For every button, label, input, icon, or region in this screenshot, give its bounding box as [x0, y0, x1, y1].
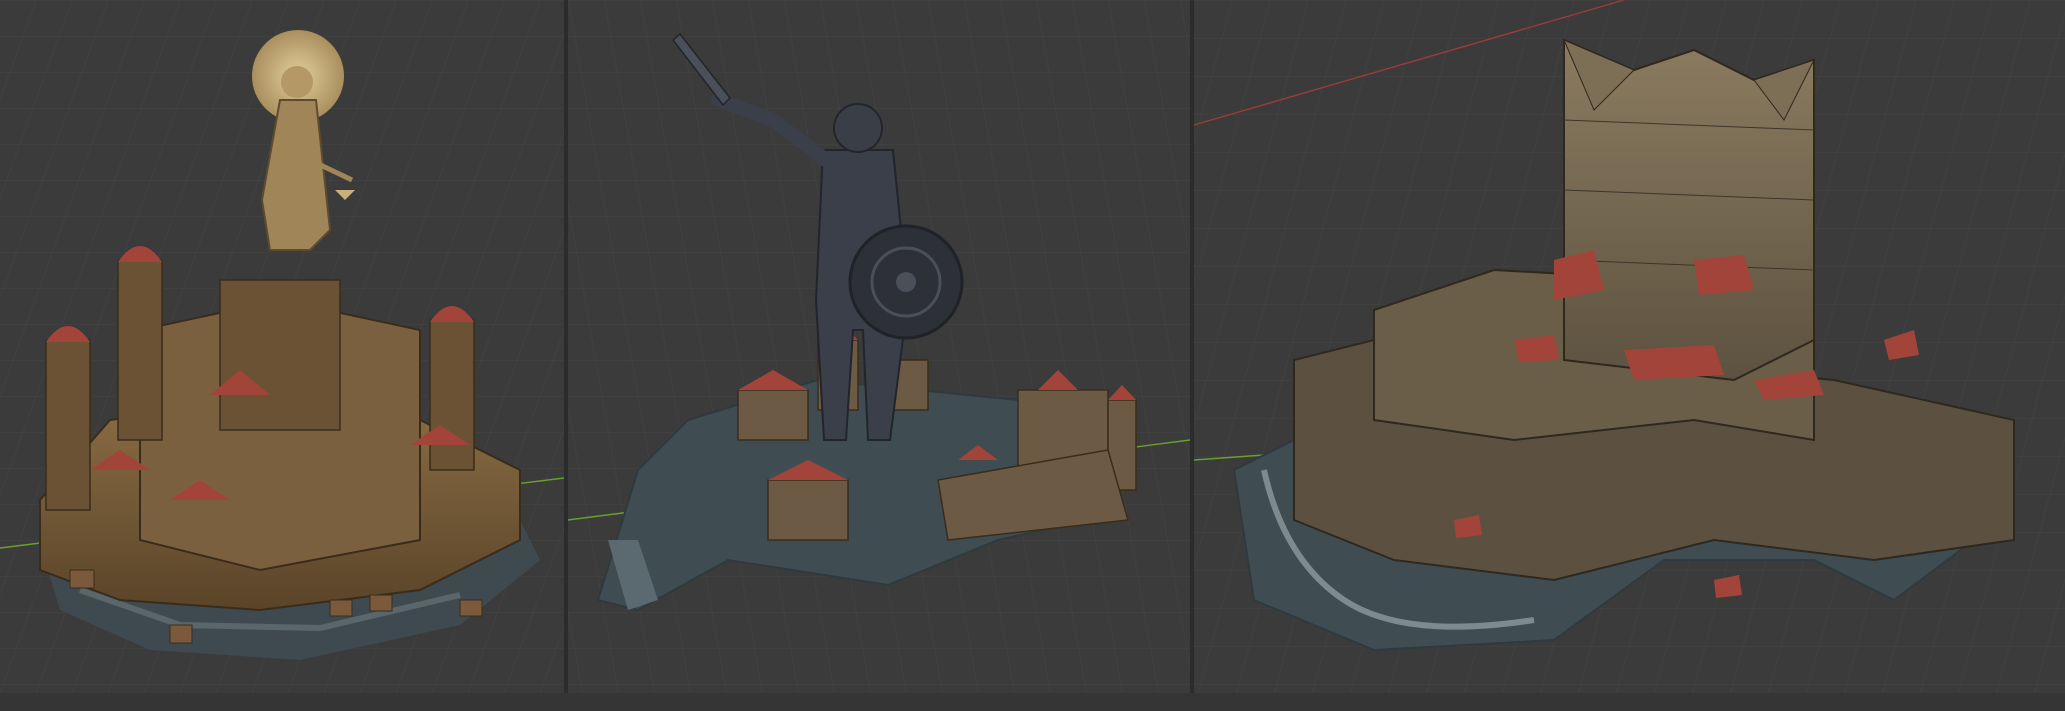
- helmet: [833, 103, 883, 153]
- viewport-knight-statue-town[interactable]: [568, 0, 1190, 711]
- render-strip: [0, 0, 2065, 711]
- viewport-2-scene: [568, 0, 1190, 711]
- viewport-1-scene: [0, 0, 564, 711]
- viewport-stone-fortress[interactable]: [1194, 0, 2065, 711]
- viewport-3-scene: [1194, 0, 2065, 711]
- viewport-golden-cathedral-city[interactable]: [0, 0, 564, 711]
- bottom-strip: [0, 693, 2065, 711]
